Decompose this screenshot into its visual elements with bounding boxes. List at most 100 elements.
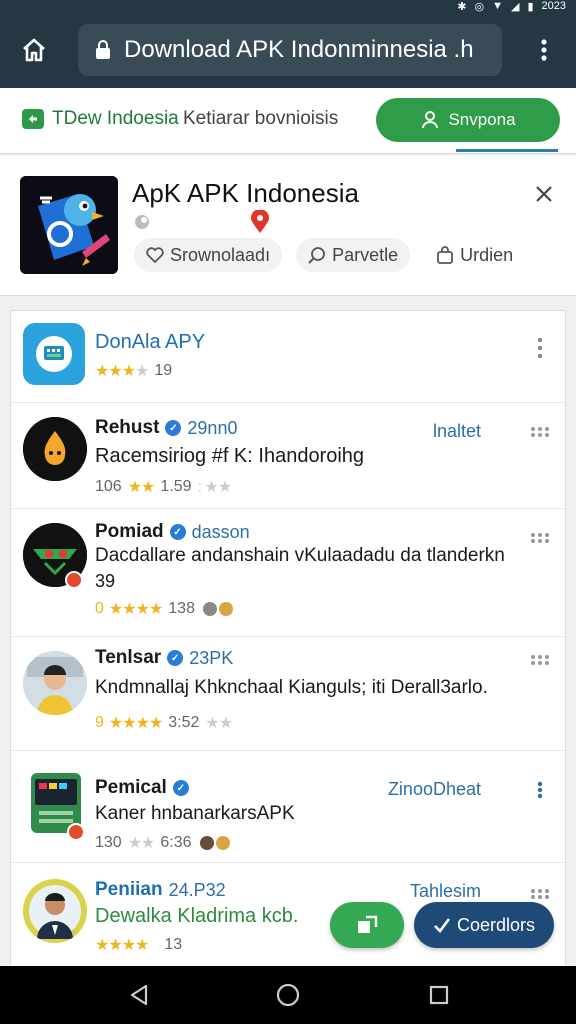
status-bar: ✱ ◎ ▼ ◢ ▮ 2023 [457, 0, 566, 13]
site-header: TDew Indoesia Ketiarar bovnioisis Snvpon… [0, 88, 576, 154]
rating-stars: ★★★★ [108, 601, 163, 618]
item-menu-button[interactable] [529, 649, 551, 671]
chip-label-download: Srownolaadı [170, 244, 271, 265]
more-grid-icon [531, 533, 549, 543]
verified-icon: ✓ [172, 780, 189, 796]
verified-icon: ✓ [167, 650, 184, 666]
bluetooth-icon: ✱ [457, 0, 467, 13]
app-icon [20, 176, 118, 274]
item-menu-button[interactable] [529, 421, 551, 443]
avatar [23, 417, 87, 481]
item-action-link[interactable]: ZinooDheat [388, 779, 481, 800]
item-menu-button[interactable] [529, 527, 551, 549]
avatar [23, 879, 87, 943]
status-time: 2023 [541, 0, 566, 12]
item-menu-button[interactable] [529, 337, 551, 359]
item-meta: 9 ★★★★ 3:52 ★★ [95, 714, 233, 732]
rating-stars: ★★ [127, 479, 156, 496]
contacts-fab[interactable]: Coerdlors [414, 902, 554, 948]
tab-indicator [456, 149, 558, 152]
list-item[interactable]: DonAla APY ★★★★ 19 [11, 311, 565, 403]
back-button[interactable] [124, 980, 154, 1010]
item-menu-button[interactable] [529, 779, 551, 801]
more-vert-icon [537, 337, 543, 359]
notification-badge [65, 571, 83, 589]
app-list: DonAla APY ★★★★ 19 Rehust ✓ 29nn0 lnalte… [10, 310, 566, 970]
chip-label-favorite: Parvetle [332, 244, 399, 265]
user-icon [422, 111, 439, 129]
item-name: DonAla APY [95, 331, 206, 353]
item-description: Racemsiriog #f K: Ihandoroihg [95, 445, 365, 467]
browser-toolbar: ✱ ◎ ▼ ◢ ▮ 2023 Download APK Indonminnesi… [0, 0, 576, 88]
download-chip[interactable]: Srownolaadı [134, 238, 283, 272]
item-description: Kndmnallaj Khknchaal Kianguls; iti Deral… [95, 677, 488, 698]
list-item[interactable]: Tenlsar ✓ 23PK Kndmnallaj Khknchaal Kian… [11, 637, 565, 751]
list-item[interactable]: Pomiad ✓ dasson Dacdallare andanshain vK… [11, 509, 565, 637]
site-tagline: Ketiarar bovnioisis [183, 108, 339, 129]
back-icon [130, 984, 148, 1006]
heart-icon [146, 247, 164, 263]
rating-stars: ★★ [127, 835, 156, 852]
home-icon [23, 38, 45, 62]
site-logo-icon [22, 109, 44, 129]
wifi-icon: ▼ [492, 0, 503, 12]
url-text: Download APK Indonminnesia .h [124, 36, 474, 63]
browser-menu-button[interactable] [528, 30, 560, 70]
verified-icon: ✓ [169, 524, 186, 540]
rating-stars: ★★★★ [95, 937, 149, 954]
item-name: Tenlsar ✓ 23PK [95, 647, 234, 668]
app-title: ApK APK Indonesia [132, 178, 359, 208]
cta-label: Snvpona [448, 110, 516, 129]
item-description-cont: 39 [95, 571, 116, 591]
close-icon [536, 186, 552, 202]
developer-dot-icon [134, 214, 150, 235]
item-meta: ★★★★ 19 [95, 361, 172, 381]
favorite-chip[interactable]: Parvetle [296, 238, 411, 272]
more-grid-icon [531, 655, 549, 665]
address-bar[interactable]: Download APK Indonminnesia .h [78, 24, 502, 76]
more-vert-icon [537, 781, 543, 799]
fab-label: Coerdlors [456, 914, 536, 935]
search-icon [308, 247, 325, 264]
item-description: Kaner hnbanarkarsAPK [95, 803, 295, 824]
item-action-link[interactable]: lnaltet [433, 421, 481, 442]
recents-button[interactable] [424, 980, 454, 1010]
notification-badge [67, 823, 85, 841]
item-meta: 106 ★★ 1.59 : ★★ [95, 478, 232, 496]
home-circle-icon [276, 983, 300, 1007]
recents-icon [429, 985, 449, 1005]
home-button[interactable] [14, 30, 54, 70]
system-nav-bar [0, 966, 576, 1024]
item-meta: 0 ★★★★ 138 [95, 599, 237, 619]
item-meta: ★★★★ 13 [95, 936, 183, 954]
version-chip[interactable]: Urdien [424, 238, 525, 272]
app-meta [134, 209, 270, 239]
item-description: Dewalka Kladrima kcb. [95, 905, 299, 927]
item-name: Rehust ✓ 29nn0 [95, 417, 238, 438]
app-list-icon [23, 323, 85, 385]
reactions-icon [199, 836, 230, 850]
item-action-link[interactable]: Tahlesim [410, 881, 481, 902]
item-meta: 130 ★★ 6:36 [95, 833, 234, 853]
item-name: Pomiad ✓ dasson [95, 521, 250, 542]
home-nav-button[interactable] [273, 980, 303, 1010]
battery-icon: ▮ [527, 0, 534, 13]
share-fab[interactable] [330, 902, 404, 948]
more-grid-icon [531, 889, 549, 899]
more-grid-icon [531, 427, 549, 437]
list-item[interactable]: Pemical ✓ ZinooDheat Kaner hnbanarkarsAP… [11, 751, 565, 863]
list-item[interactable]: Rehust ✓ 29nn0 lnaltet Racemsiriog #f K:… [11, 403, 565, 509]
reactions-icon [202, 602, 233, 616]
check-icon [434, 918, 451, 933]
rating-stars: ★★★★ [108, 715, 163, 732]
bag-icon [437, 246, 454, 264]
share-icon [358, 915, 378, 933]
site-brand[interactable]: TDew Indoesia [52, 108, 179, 130]
item-description: Dacdallare andanshain vKulaadadu da tlan… [95, 545, 505, 566]
close-button[interactable] [530, 180, 558, 208]
location-pin-icon [250, 209, 270, 239]
rating-count: 19 [154, 362, 173, 379]
chip-label-version: Urdien [460, 244, 514, 265]
header-cta-button[interactable]: Snvpona [376, 98, 560, 142]
verified-icon: ✓ [165, 420, 182, 436]
